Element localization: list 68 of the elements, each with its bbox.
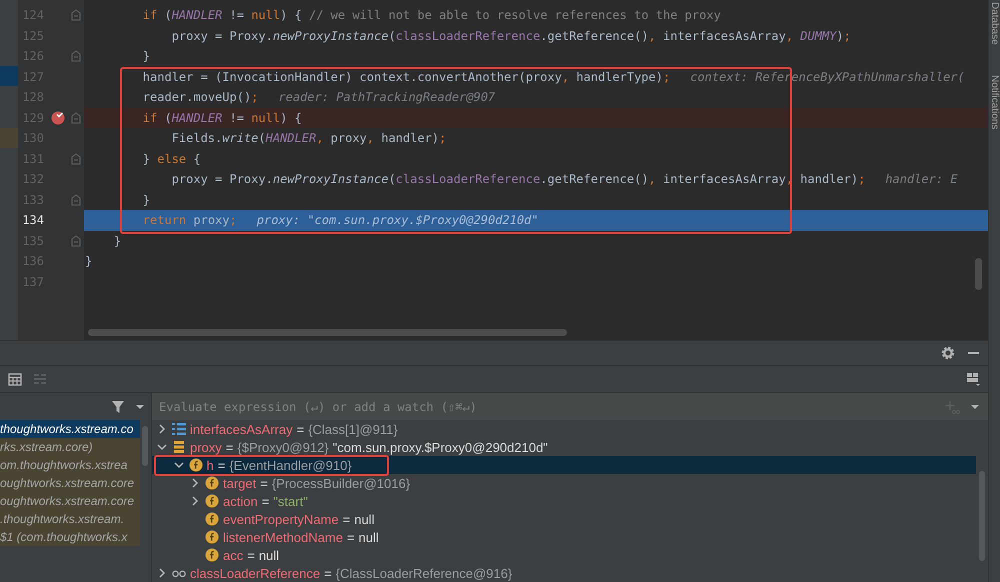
tree-row[interactable]: eventPropertyName = null xyxy=(152,510,976,528)
chevron-right-icon[interactable] xyxy=(190,478,200,488)
settings-icon[interactable] xyxy=(941,346,955,360)
variable-text: target = {ProcessBuilder@1016} xyxy=(223,476,410,490)
field-icon xyxy=(205,548,219,562)
stack-frame[interactable]: rks.xstream.core) xyxy=(0,438,140,456)
code-text: return proxy; xyxy=(142,212,237,229)
tree-row[interactable]: proxy = {$Proxy0@912} "com.sun.proxy.$Proxy0@290d210d" xyxy=(152,438,976,456)
tree-row[interactable]: target = {ProcessBuilder@1016} xyxy=(152,474,976,492)
stack-frame[interactable]: oughtworks.xstream.core xyxy=(0,474,140,492)
scrollbar-thumb[interactable] xyxy=(975,258,982,290)
tree-row[interactable]: listenerMethodName = null xyxy=(152,528,976,546)
stack-frame[interactable]: om.thoughtworks.xstrea xyxy=(0,456,140,474)
code-text: } xyxy=(142,192,150,208)
variable-text: classLoaderReference = {ClassLoaderReference@916} xyxy=(190,566,512,580)
array-icon xyxy=(172,422,186,436)
stack-frame[interactable]: thoughtworks.xstream.co xyxy=(0,420,140,438)
scrollbar-thumb[interactable] xyxy=(142,426,148,466)
code-text: } xyxy=(142,48,150,65)
code-text: reader.moveUp(); xyxy=(142,89,258,106)
code-text: if (HANDLER != null) { // we will not be able to resolve references to the proxy xyxy=(142,7,721,24)
scrollbar-thumb[interactable] xyxy=(88,329,567,336)
layout-icon[interactable] xyxy=(966,372,980,386)
scrollbar-thumb[interactable] xyxy=(979,471,985,561)
code-text: } xyxy=(85,253,92,270)
code-text: proxy = Proxy.newProxyInstance(classLoaderReference.getReference(), interfacesAsArray, DUMMY); xyxy=(172,28,851,45)
code-text: } xyxy=(114,232,122,250)
tree-row[interactable]: classLoaderReference = {ClassLoaderReference@916} xyxy=(152,564,976,582)
code-text: handler = (InvocationHandler) context.convertAnother(proxy, handlerType); xyxy=(142,68,670,86)
field-icon xyxy=(205,494,219,508)
chevron-right-icon[interactable] xyxy=(157,568,167,578)
tree-row[interactable]: interfacesAsArray = {Class[1]@911} xyxy=(152,420,976,438)
tree-row[interactable]: acc = null xyxy=(152,546,976,564)
inline-hint: handler: E xyxy=(885,171,958,188)
tool-window-tab[interactable]: Notifications xyxy=(989,74,1000,130)
code-text: } else { xyxy=(142,150,201,168)
variable-text: action = "start" xyxy=(223,494,308,508)
variable-text: h = {EventHandler@910} xyxy=(206,458,352,472)
tool-window-tab[interactable]: Database xyxy=(989,2,1000,45)
highlight-mark xyxy=(0,66,18,86)
stack-frame[interactable]: .thoughtworks.xstream. xyxy=(0,510,140,528)
variable-text: eventPropertyName = null xyxy=(223,512,374,526)
chevron-down-icon[interactable] xyxy=(174,460,184,470)
line-number: 134 xyxy=(21,212,45,229)
field-icon xyxy=(188,458,202,472)
breakpoint-icon[interactable] xyxy=(51,110,65,125)
code-text: Fields.write(HANDLER, proxy, handler); xyxy=(172,130,446,147)
filter-icon[interactable] xyxy=(111,400,125,414)
stack-frame[interactable]: $1 (com.thoughtworks.x xyxy=(0,528,140,546)
field-icon xyxy=(205,476,219,490)
chevron-right-icon[interactable] xyxy=(157,424,167,434)
tree-row[interactable]: action = "start" xyxy=(152,492,976,510)
tree-row[interactable]: h = {EventHandler@910} xyxy=(152,456,976,474)
chevron-right-icon[interactable] xyxy=(190,496,200,506)
chevron-down-icon[interactable] xyxy=(157,442,167,452)
variable-text: acc = null xyxy=(223,548,280,562)
stack-frame[interactable]: oughtworks.xstream.core xyxy=(0,492,140,510)
variable-text: listenerMethodName = null xyxy=(223,530,379,544)
table-icon[interactable] xyxy=(8,372,22,386)
inline-hint: proxy: "com.sun.proxy.$Proxy0@290d210d" xyxy=(256,212,539,229)
field-icon xyxy=(205,512,219,526)
code-text: if (HANDLER != null) { xyxy=(142,110,302,126)
highlight-mark xyxy=(0,128,18,148)
variable-text: interfacesAsArray = {Class[1]@911} xyxy=(190,422,398,436)
field-icon xyxy=(205,530,219,544)
variable-text: proxy = {$Proxy0@912} "com.sun.proxy.$Proxy0@290d210d" xyxy=(190,440,548,454)
inline-hint: reader: PathTrackingReader@907 xyxy=(278,89,496,106)
stack-icon xyxy=(172,440,186,454)
